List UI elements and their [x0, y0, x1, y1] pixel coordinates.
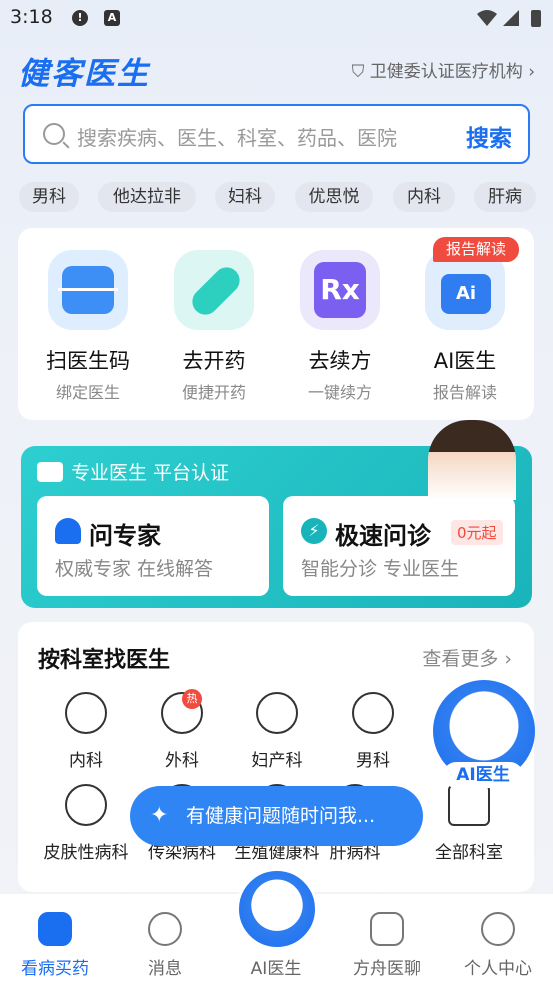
ai-doctor-button[interactable]: Ai AI医生 报告解读 [410, 250, 520, 403]
uterus-icon [256, 692, 298, 734]
qa-subtitle: 便捷开药 [181, 383, 246, 402]
tag-chip[interactable]: 他达拉非 [98, 182, 196, 212]
department-title: 按科室找医生 [38, 648, 171, 673]
chat-icon [148, 912, 182, 946]
ai-report-icon: Ai [425, 250, 505, 330]
ask-expert-title: 问专家 [89, 522, 161, 550]
dept-item[interactable]: 男科 [328, 692, 418, 771]
price-badge: 0元起 [451, 520, 503, 545]
dept-item[interactable]: 外科 [137, 692, 227, 771]
prescribe-button[interactable]: 去开药 便捷开药 [159, 250, 269, 403]
ask-prompt-button[interactable]: ✦ 有健康问题随时问我... [130, 786, 423, 846]
chat-bubble-icon [370, 912, 404, 946]
tag-chip[interactable]: 妇科 [215, 182, 275, 212]
consult-header: 专业医生 平台认证 [37, 458, 229, 485]
status-time: 3:18 [10, 6, 53, 28]
tag-chip[interactable]: 男科 [19, 182, 79, 212]
id-card-icon [37, 462, 63, 482]
tag-chip[interactable]: 内科 [393, 182, 455, 212]
qa-title: 去开药 [182, 349, 246, 373]
dept-item[interactable]: 内科 [41, 692, 131, 771]
chevron-right-icon: › [498, 648, 512, 670]
search-input[interactable]: 搜索疾病、医生、科室、药品、医院 [77, 122, 397, 151]
refill-button[interactable]: Rx 去续方 一键续方 [285, 250, 395, 403]
pill-icon [174, 250, 254, 330]
search-icon [43, 123, 65, 145]
qa-title: 去续方 [308, 349, 372, 373]
ask-prompt-text: 有健康问题随时问我... [186, 805, 376, 827]
ai-float-label[interactable]: AI医生 [443, 762, 523, 788]
font-icon: A [104, 10, 120, 26]
fast-consult-title: 极速问诊 [335, 522, 431, 550]
grid-icon [448, 784, 490, 826]
rx-icon: Rx [300, 250, 380, 330]
stomach-icon [65, 692, 107, 734]
tab-profile[interactable]: 个人中心 [443, 912, 553, 979]
lightning-icon: ⚡ [301, 518, 327, 544]
bear-face-icon [481, 912, 515, 946]
qa-subtitle: 报告解读 [432, 383, 497, 402]
app-logo: 健客医生 [18, 56, 150, 92]
view-more-link[interactable]: 查看更多 › [422, 644, 512, 671]
tab-messages[interactable]: 消息 [110, 912, 220, 979]
ai-bear-nav-avatar[interactable] [236, 868, 318, 950]
tab-fangzhou[interactable]: 方舟医聊 [332, 912, 442, 979]
shield-icon: ⛉ [351, 62, 370, 82]
tag-chip[interactable]: 肝病 [474, 182, 536, 212]
droplet-icon [65, 784, 107, 826]
sparkle-icon: ✦ [150, 803, 169, 828]
dept-item[interactable]: 皮肤性病科 [41, 784, 131, 863]
qa-subtitle: 绑定医生 [55, 383, 120, 402]
qa-subtitle: 一键续方 [307, 383, 372, 402]
qa-title: 扫医生码 [46, 349, 130, 373]
cert-label: 卫健委认证医疗机构 [369, 62, 523, 82]
fast-consult-card[interactable]: ⚡ 极速问诊 0元起 智能分诊 专业医生 [283, 496, 515, 596]
doctor-icon [55, 518, 81, 544]
tag-chip[interactable]: 优思悦 [295, 182, 373, 212]
scan-doctor-code-button[interactable]: 扫医生码 绑定医生 [33, 250, 143, 403]
search-bar[interactable]: 搜索疾病、医生、科室、药品、医院 搜索 [23, 104, 530, 164]
alert-icon: ! [72, 10, 88, 26]
tab-home[interactable]: 看病买药 [0, 912, 110, 979]
chevron-right-icon: › [522, 62, 535, 82]
scan-icon [48, 250, 128, 330]
male-icon [352, 692, 394, 734]
ask-expert-sub: 权威专家 在线解答 [55, 558, 214, 580]
signal-battery-icon [477, 10, 541, 27]
dept-item[interactable]: 妇产科 [232, 692, 322, 771]
certification-link[interactable]: ⛉ 卫健委认证医疗机构 › [352, 57, 535, 82]
status-bar: 3:18 ! A [0, 0, 553, 36]
hot-badge: 热 [182, 689, 202, 709]
medkit-icon [38, 912, 72, 946]
search-button[interactable]: 搜索 [466, 119, 512, 153]
ask-expert-card[interactable]: 问专家 权威专家 在线解答 [37, 496, 269, 596]
dept-item[interactable]: 全部科室 [424, 784, 514, 863]
report-badge: 报告解读 [433, 237, 519, 262]
fast-consult-sub: 智能分诊 专业医生 [301, 558, 460, 580]
qa-title: AI医生 [433, 349, 497, 373]
doctor-avatar [428, 420, 516, 500]
